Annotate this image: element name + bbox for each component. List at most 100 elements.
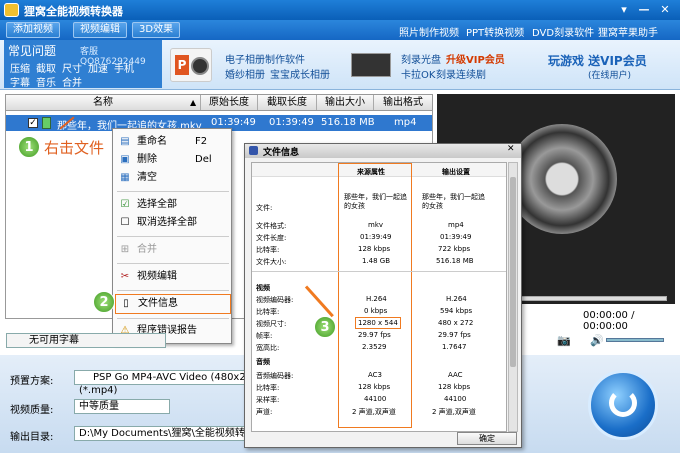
faq-link-phone[interactable]: 手机 xyxy=(114,60,134,75)
menu-item-clear[interactable]: ▦ 清空 xyxy=(115,169,231,187)
camera-icon[interactable]: 📷 xyxy=(557,334,571,347)
info-output: 516.18 MB xyxy=(436,257,474,265)
menu-item-video-edit[interactable]: ✂ 视频编辑 xyxy=(115,268,231,286)
info-source: H.264 xyxy=(366,295,387,303)
info-key: 文件大小: xyxy=(256,258,287,266)
faq-title[interactable]: 常见问题 xyxy=(8,42,56,59)
add-video-button[interactable]: 添加视频 xyxy=(6,22,60,38)
ad-upgrade-vip[interactable]: 升级VIP会员 xyxy=(446,51,505,66)
menu-item-delete[interactable]: ▣ 删除 Del xyxy=(115,151,231,169)
ad-game-vip[interactable]: 玩游戏 送VIP会员 xyxy=(548,52,647,69)
output-dir-label: 输出目录: xyxy=(10,432,54,443)
info-key: 视频编码器: xyxy=(256,296,294,304)
file-info-dialog: 文件信息 ✕ 来源属性 输出设置 文件: 那些年，我们一起追的女孩 那些年，我们… xyxy=(244,143,522,448)
subtitle-value: 无可用字幕 xyxy=(29,335,79,346)
scroll-thumb[interactable] xyxy=(510,177,516,367)
file-cut-length: 01:39:49 xyxy=(269,117,314,128)
menu-item-select-all[interactable]: ☑ 选择全部 xyxy=(115,196,231,214)
menu-item-merge[interactable]: ⊞ 合并 xyxy=(115,241,231,259)
quality-select[interactable]: 中等质量 xyxy=(74,399,170,414)
info-key: 文件格式: xyxy=(256,222,287,230)
info-output: 1.7647 xyxy=(442,343,467,351)
menu-item-deselect-all[interactable]: ☐ 取消选择全部 xyxy=(115,214,231,232)
ad-baby-album[interactable]: 宝宝成长相册 xyxy=(270,66,330,81)
scissors-icon: ✂ xyxy=(120,271,130,282)
title-bar: 狸窝全能视频转换器 ▾ — ✕ xyxy=(0,0,680,20)
ad-burn-disc[interactable]: 刻录光盘 xyxy=(401,51,441,66)
close-icon[interactable]: ✕ xyxy=(658,3,672,17)
info-source: 01:39:49 xyxy=(360,233,392,241)
volume-slider[interactable] xyxy=(606,338,664,342)
menu-label: 选择全部 xyxy=(137,199,177,210)
quality-label: 视频质量: xyxy=(10,405,54,416)
info-output: 2 声道,双声道 xyxy=(432,408,476,416)
info-key: 帧率: xyxy=(256,332,273,340)
faq-link-size[interactable]: 尺寸 xyxy=(62,60,82,75)
faq-link-compress[interactable]: 压缩 xyxy=(10,60,30,75)
faq-link-cut[interactable]: 截取 xyxy=(36,60,56,75)
menu-item-rename[interactable]: ▤ 重命名 F2 xyxy=(115,133,231,151)
preset-label: 预置方案: xyxy=(10,376,54,387)
step-3-badge: 3 xyxy=(314,316,336,338)
video-edit-button[interactable]: 视频编辑 xyxy=(73,22,127,38)
top-link-ppt-video[interactable]: PPT转换视频 xyxy=(466,24,524,39)
ad-wedding-album[interactable]: 婚纱相册 xyxy=(225,66,265,81)
top-link-apple-helper[interactable]: 狸窝苹果助手 xyxy=(598,24,658,39)
faq-link-subtitle[interactable]: 字幕 xyxy=(10,74,30,89)
menu-separator xyxy=(117,236,229,237)
film-reel-icon xyxy=(507,124,617,234)
dialog-scrollbar[interactable] xyxy=(508,162,518,432)
3d-effect-button[interactable]: 3D效果 xyxy=(132,22,181,38)
ad-photo-album[interactable]: 电子相册制作软件 xyxy=(225,51,305,66)
menu-item-file-info[interactable]: ▯ 文件信息 xyxy=(115,294,231,314)
dialog-close-icon[interactable]: ✕ xyxy=(507,144,515,154)
rename-icon: ▤ xyxy=(120,136,130,147)
col-output-size[interactable]: 输出大小 xyxy=(317,95,374,110)
context-menu: ▤ 重命名 F2 ▣ 删除 Del ▦ 清空 ☑ 选择全部 ☐ 取消选择全部 ⊞… xyxy=(112,128,232,344)
step-2-badge: 2 xyxy=(93,291,115,313)
menu-shortcut: F2 xyxy=(195,136,208,147)
menu-icon[interactable]: ▾ xyxy=(617,3,631,17)
info-source: 1.48 GB xyxy=(362,257,391,265)
faq-link-merge[interactable]: 合并 xyxy=(62,74,82,89)
movie-thumbnail-icon[interactable] xyxy=(351,53,391,77)
dialog-title-bar: 文件信息 ✕ xyxy=(245,144,521,158)
ad-karaoke[interactable]: 卡拉OK xyxy=(401,66,435,81)
info-source: 44100 xyxy=(364,395,387,403)
info-source: 128 kbps xyxy=(358,383,391,391)
col-name[interactable]: 名称 xyxy=(6,95,201,110)
info-source: 2 声道,双声道 xyxy=(352,408,396,416)
file-output-format: mp4 xyxy=(394,117,417,128)
col-orig-length[interactable]: 原始长度 xyxy=(201,95,258,110)
faq-link-music[interactable]: 音乐 xyxy=(36,74,56,89)
info-output: 01:39:49 xyxy=(440,233,472,241)
row-checkbox[interactable]: ✓ xyxy=(28,118,38,128)
info-key: 比特率: xyxy=(256,246,280,254)
faq-panel: 常见问题 客服QQ876292449 压缩 截取 尺寸 加速 手机 字幕 音乐 … xyxy=(4,40,162,89)
ad-online-users: (在线用户) xyxy=(588,71,632,81)
convert-arrow-icon xyxy=(609,389,637,417)
ok-button[interactable]: 确定 xyxy=(457,432,517,445)
col-output-format[interactable]: 输出格式 xyxy=(374,95,432,110)
col-cut-length[interactable]: 截取长度 xyxy=(258,95,317,110)
dialog-icon xyxy=(249,146,258,155)
ad-burn-series[interactable]: 刻录连续剧 xyxy=(436,66,486,81)
top-link-photo-video[interactable]: 照片制作视频 xyxy=(399,24,459,39)
info-key: 文件长度: xyxy=(256,234,287,242)
volume-icon[interactable]: 🔊 xyxy=(590,334,604,347)
time-readout: 00:00:00 / 00:00:00 xyxy=(583,310,635,332)
info-output: 44100 xyxy=(444,395,467,403)
dialog-title: 文件信息 xyxy=(263,148,300,158)
subtitle-select[interactable]: 无可用字幕 xyxy=(6,333,166,348)
top-link-dvd[interactable]: DVD刻录软件 xyxy=(532,24,594,39)
file-output-size: 516.18 MB xyxy=(321,117,375,128)
check-icon: ☑ xyxy=(120,199,130,210)
convert-button[interactable] xyxy=(588,370,658,440)
info-key: 音频编码器: xyxy=(256,372,294,380)
minimize-icon[interactable]: — xyxy=(637,3,651,17)
info-source: 29.97 fps xyxy=(358,331,391,339)
ppt-logo-icon[interactable]: P xyxy=(170,48,212,82)
faq-link-speed[interactable]: 加速 xyxy=(88,60,108,75)
info-key: 比特率: xyxy=(256,308,280,316)
info-key: 视频尺寸: xyxy=(256,320,287,328)
